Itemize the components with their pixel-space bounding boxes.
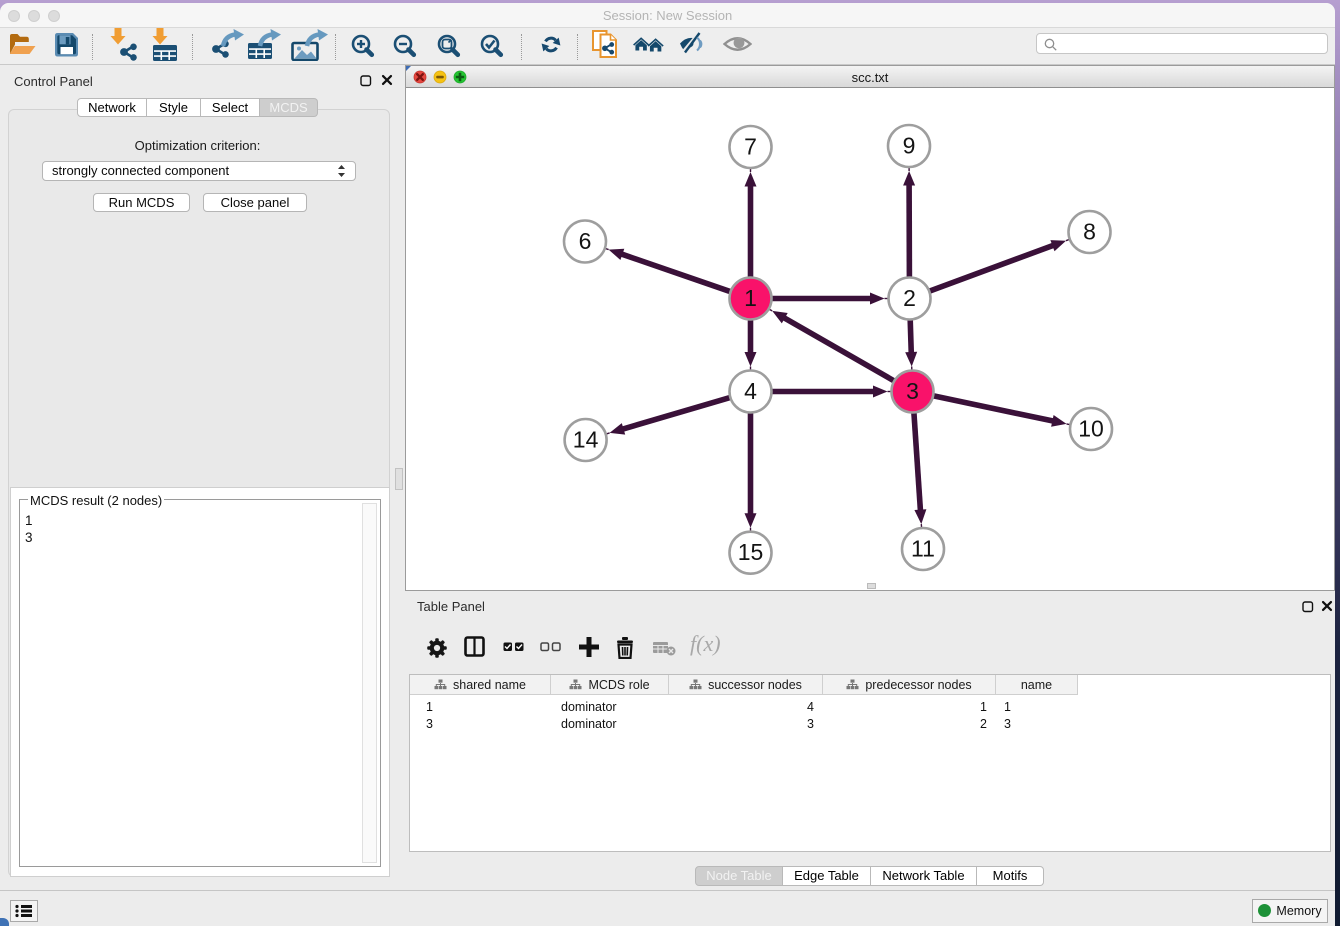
svg-text:10: 10 xyxy=(1078,416,1104,442)
svg-text:3: 3 xyxy=(906,378,919,404)
svg-text:6: 6 xyxy=(579,228,592,254)
svg-text:8: 8 xyxy=(1083,219,1096,245)
svg-text:9: 9 xyxy=(903,133,916,159)
svg-text:7: 7 xyxy=(744,134,757,160)
svg-text:11: 11 xyxy=(911,536,935,562)
svg-text:2: 2 xyxy=(903,285,916,311)
svg-text:1: 1 xyxy=(744,285,757,311)
svg-text:4: 4 xyxy=(744,378,757,404)
svg-text:15: 15 xyxy=(738,539,764,565)
svg-text:14: 14 xyxy=(573,427,599,453)
